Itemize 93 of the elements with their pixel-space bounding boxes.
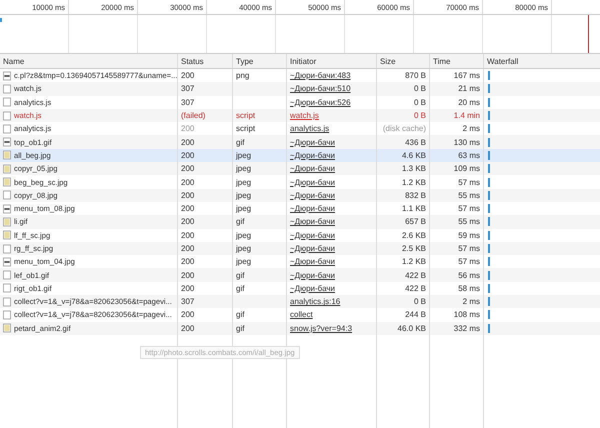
resource-type: jpeg (236, 178, 252, 187)
photo-file-icon (3, 230, 11, 240)
file-icon (3, 244, 11, 254)
initiator-link[interactable]: ~Дюри-бачи (290, 150, 335, 160)
initiator-link[interactable]: ~Дюри-бачи:526 (290, 98, 351, 107)
initiator-link[interactable]: ~Дюри-бачи (290, 230, 335, 240)
initiator-link[interactable]: snow.js?ver=94:3 (290, 324, 352, 333)
initiator-link[interactable]: ~Дюри-бачи:483 (290, 71, 351, 80)
resource-type: gif (236, 310, 244, 320)
status-code: 200 (178, 162, 233, 176)
time-value: 109 ms (430, 162, 484, 176)
resource-type: jpeg (236, 257, 252, 266)
size-value: 46.0 KB (377, 322, 430, 335)
time-value: 1.4 min (430, 108, 484, 122)
photo-file-icon (3, 164, 11, 174)
time-value: 21 ms (430, 82, 484, 96)
file-icon (3, 270, 11, 280)
time-value: 57 ms (430, 242, 484, 256)
time-value: 56 ms (430, 268, 484, 282)
column-header[interactable]: Initiator (287, 54, 377, 68)
resource-type: gif (236, 324, 244, 333)
photo-file-icon (3, 216, 11, 227)
resource-type: gif (236, 138, 244, 147)
resource-type: png (236, 71, 250, 80)
file-icon (3, 110, 11, 121)
size-value: 2.5 KB (377, 242, 430, 256)
status-code: 200 (178, 188, 233, 202)
resource-type: gif (236, 270, 244, 280)
initiator-link[interactable]: ~Дюри-бачи:510 (290, 84, 351, 94)
photo-file-icon (3, 177, 11, 188)
time-value: 55 ms (430, 215, 484, 229)
time-value: 332 ms (430, 322, 484, 335)
file-icon (3, 310, 11, 320)
column-header[interactable]: Type (233, 54, 287, 68)
column-header[interactable]: Waterfall (484, 54, 600, 68)
initiator-link[interactable]: analytics.js (290, 124, 330, 134)
initiator-link[interactable]: ~Дюри-бачи (290, 217, 335, 226)
status-code: (failed) (178, 108, 233, 122)
initiator-link[interactable]: ~Дюри-бачи (290, 178, 335, 187)
resource-type: script (236, 124, 256, 134)
resource-type: jpeg (236, 244, 252, 253)
status-code: 200 (178, 215, 233, 229)
file-icon (3, 190, 11, 200)
file-icon (3, 97, 11, 108)
time-value: 2 ms (430, 295, 484, 308)
resource-type: jpeg (236, 230, 252, 240)
file-icon (3, 84, 11, 94)
size-value: 657 B (377, 215, 430, 229)
size-value: 0 B (377, 82, 430, 96)
size-value: 1.3 KB (377, 162, 430, 176)
initiator-link[interactable]: analytics.js:16 (290, 297, 340, 306)
file-icon (3, 296, 11, 307)
resource-type: jpeg (236, 150, 252, 160)
status-code: 307 (178, 82, 233, 96)
load-marker-line (588, 15, 589, 53)
time-value: 55 ms (430, 188, 484, 202)
size-value: 0 B (377, 108, 430, 122)
initiator-link[interactable]: ~Дюри-бачи (290, 138, 335, 147)
resource-type: script (236, 111, 256, 120)
image-file-icon (3, 70, 11, 81)
column-header[interactable]: Status (178, 54, 233, 68)
column-header[interactable]: Size (377, 54, 430, 68)
file-icon (3, 124, 11, 134)
resource-type: gif (236, 217, 244, 226)
initiator-link[interactable]: collect (290, 310, 313, 320)
image-file-icon (3, 137, 11, 148)
status-code: 200 (178, 322, 233, 335)
status-code: 200 (178, 268, 233, 282)
initiator-link[interactable]: ~Дюри-бачи (290, 204, 335, 214)
image-file-icon (3, 204, 11, 214)
file-icon (3, 283, 11, 294)
photo-file-icon (3, 323, 11, 334)
resource-type: gif (236, 284, 244, 293)
column-header[interactable]: Name (0, 54, 178, 68)
initiator-link[interactable]: ~Дюри-бачи (290, 164, 335, 174)
resource-type: jpeg (236, 204, 252, 214)
size-value: 832 B (377, 188, 430, 202)
request-mark (0, 18, 2, 22)
image-file-icon (3, 256, 11, 267)
size-value: 0 B (377, 295, 430, 308)
status-code: 200 (178, 242, 233, 256)
initiator-link[interactable]: ~Дюри-бачи (290, 257, 335, 266)
photo-file-icon (3, 150, 11, 160)
status-code: 307 (178, 295, 233, 308)
initiator-link[interactable]: ~Дюри-бачи (290, 270, 335, 280)
initiator-link[interactable]: ~Дюри-бачи (290, 244, 335, 253)
initiator-link[interactable]: ~Дюри-бачи (290, 190, 335, 200)
size-value: 422 B (377, 268, 430, 282)
initiator-link[interactable]: ~Дюри-бачи (290, 284, 335, 293)
resource-type: jpeg (236, 190, 252, 200)
column-header[interactable]: Time (430, 54, 484, 68)
resource-type: jpeg (236, 164, 252, 174)
initiator-link[interactable]: watch.js (290, 111, 319, 120)
